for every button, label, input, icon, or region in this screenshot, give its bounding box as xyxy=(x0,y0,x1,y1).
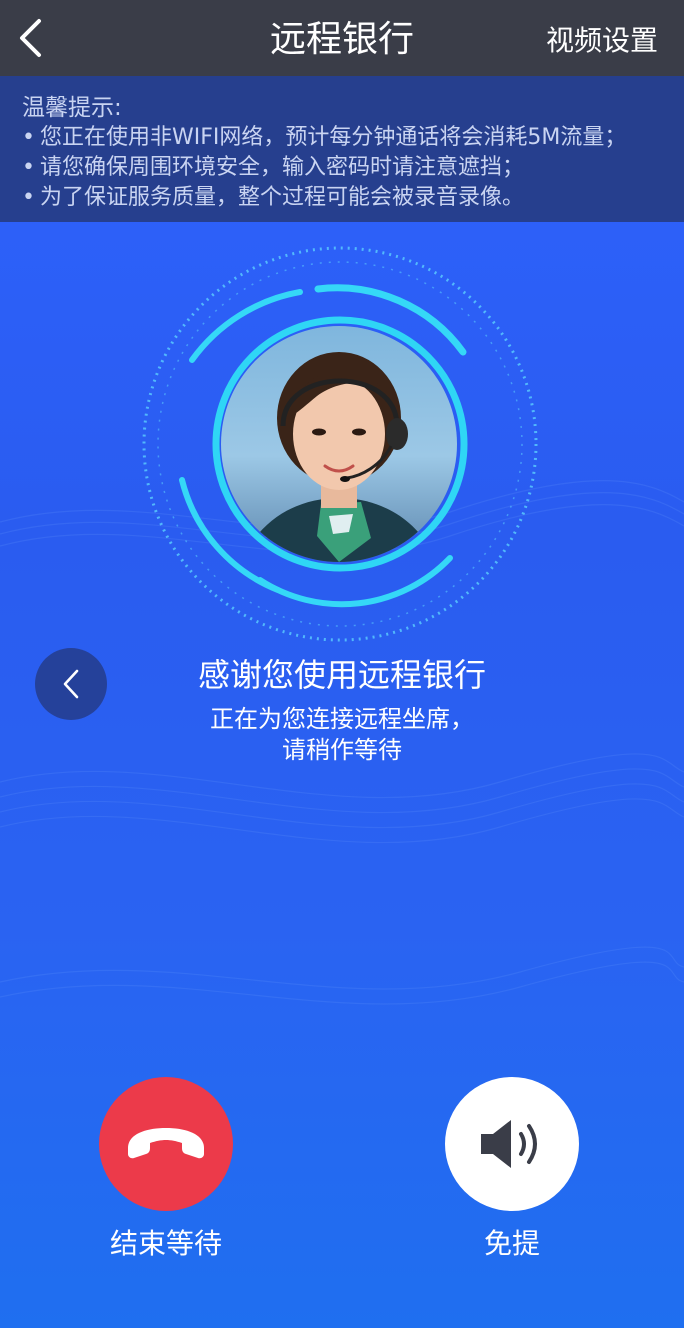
warm-tips-title: 温馨提示: xyxy=(22,95,122,121)
end-wait-button[interactable] xyxy=(99,1077,233,1211)
connecting-line: 正在为您连接远程坐席， xyxy=(210,705,474,733)
warm-tips-panel: 温馨提示: • 您正在使用非WIFI网络，预计每分钟通话将会消耗5M流量； • … xyxy=(0,76,684,222)
tip-item: • 您正在使用非WIFI网络，预计每分钟通话将会消耗5M流量； xyxy=(22,123,684,153)
hang-up-phone-icon xyxy=(128,1128,204,1159)
agent-portrait xyxy=(241,352,437,562)
tip-item: • 为了保证服务质量，整个过程可能会被录音录像。 xyxy=(22,183,684,213)
end-wait-label: 结束等待 xyxy=(109,1227,222,1260)
top-bar: 远程银行 视频设置 xyxy=(0,0,684,76)
tip-text: 请您确保周围环境安全，输入密码时请注意遮挡； xyxy=(40,155,525,180)
video-settings-button[interactable]: 视频设置 xyxy=(546,0,658,76)
connecting-line: 请稍作等待 xyxy=(282,736,402,764)
chevron-left-icon xyxy=(20,19,41,57)
agent-avatar xyxy=(221,326,457,562)
bullet: • xyxy=(22,155,35,180)
speaker-icon xyxy=(481,1120,537,1168)
back-button[interactable] xyxy=(8,14,52,62)
speaker-button[interactable] xyxy=(445,1077,579,1211)
bullet: • xyxy=(22,185,35,210)
bullet: • xyxy=(22,125,35,150)
tip-text: 为了保证服务质量，整个过程可能会被录音录像。 xyxy=(40,185,525,210)
thanks-message: 感谢您使用远程银行 xyxy=(197,656,486,694)
connecting-message: 正在为您连接远程坐席， 请稍作等待 xyxy=(0,704,684,766)
tip-text: 您正在使用非WIFI网络，预计每分钟通话将会消耗5M流量； xyxy=(40,125,627,150)
speaker-label: 免提 xyxy=(483,1227,540,1260)
tip-item: • 请您确保周围环境安全，输入密码时请注意遮挡； xyxy=(22,153,684,183)
